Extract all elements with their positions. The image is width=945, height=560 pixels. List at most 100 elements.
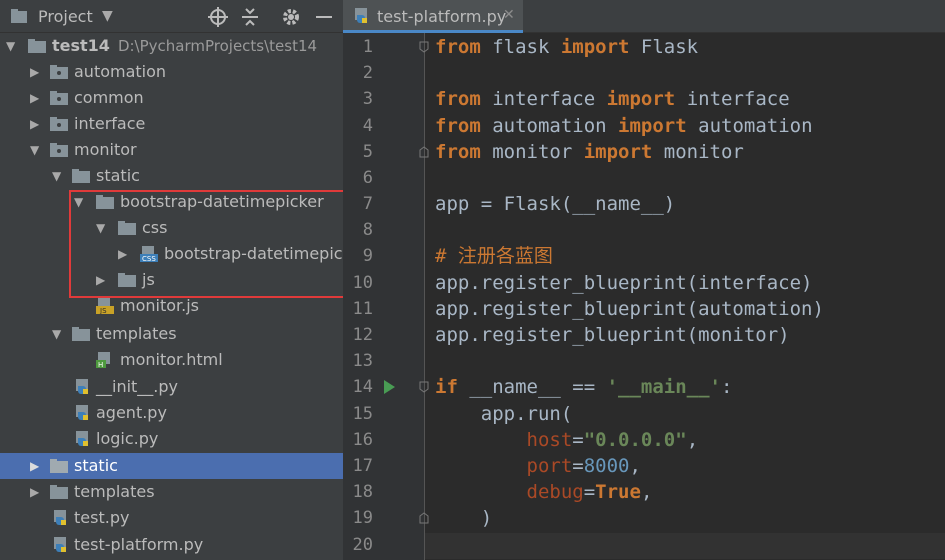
tab-test-platform-py[interactable]: test-platform.py ✕ [343,0,523,33]
expanded-arrow-icon[interactable]: ▼ [6,33,20,59]
tree-item-test14[interactable]: ▼ test14 D:\PycharmProjects\test14 [0,33,343,59]
code-line-1: from flask import Flask [435,36,699,58]
main-string: '__main__' [606,376,721,398]
js-file-icon: JS [96,298,114,314]
line-number: 1 [362,37,373,57]
code-line-7: app = Flask(__name__) [435,193,676,215]
tree-item-label: logic.py [96,429,159,448]
python-file-icon [76,379,88,394]
line-number: 13 [352,351,373,371]
folder-icon [72,169,90,183]
line-number: 4 [362,116,373,136]
code-line-16: host="0.0.0.0", [526,429,699,451]
code-line-3: from interface import interface [435,88,790,110]
gear-icon[interactable] [280,6,302,28]
run-icon[interactable] [382,379,396,395]
tree-item-templates[interactable]: ▼ templates [0,321,343,347]
expanded-arrow-icon[interactable]: ▼ [30,137,44,163]
html-file-icon: H [96,352,110,368]
tree-item-label: interface [74,114,146,133]
tree-item-test-platform-py[interactable]: test-platform.py [0,532,343,558]
line-number: 9 [362,246,373,266]
tree-item-label: agent.py [96,403,167,422]
code-line-12: app.register_blueprint(monitor) [435,324,790,346]
tree-item-static-root[interactable]: ▶ static [0,453,343,479]
line-number: 19 [352,508,373,528]
folder-icon [50,117,68,131]
tree-item-init-py[interactable]: __init__.py [0,374,343,400]
tree-item-interface[interactable]: ▶ interface [0,111,343,137]
code-line-19: ) [435,507,493,529]
code-line-9: # 注册各蓝图 [435,243,553,269]
tab-label: test-platform.py [377,7,507,26]
collapsed-arrow-icon[interactable]: ▶ [30,479,44,505]
tree-item-label: test.py [74,508,130,527]
folder-icon [50,65,68,79]
tree-item-label: templates [96,324,177,343]
line-number: 5 [362,142,373,162]
python-file-icon [355,8,367,23]
expanded-arrow-icon[interactable]: ▼ [52,163,66,189]
python-file-icon [76,405,88,420]
tree-item-label: templates [74,482,155,501]
code-comment: # 注册各蓝图 [435,245,553,267]
tree-item-monitor[interactable]: ▼ monitor [0,137,343,163]
line-number: 14 [352,377,373,397]
close-icon[interactable]: ✕ [503,7,515,23]
expanded-arrow-icon[interactable]: ▼ [52,321,66,347]
code-line-5: from monitor import monitor [435,141,744,163]
code-line-18: debug=True, [526,481,653,503]
tree-item-label: static [96,166,140,185]
tree-item-static[interactable]: ▼ static [0,163,343,189]
code-line-10: app.register_blueprint(interface) [435,272,813,294]
collapsed-arrow-icon[interactable]: ▶ [30,85,44,111]
line-number: 7 [362,194,373,214]
tree-item-test-py[interactable]: test.py [0,505,343,531]
tree-item-label: monitor.html [120,350,223,369]
minimize-icon[interactable] [313,6,335,28]
annotation-highlight-box [69,190,365,298]
folder-icon [50,143,68,157]
tree-item-label: test-platform.py [74,535,204,554]
tree-item-agent-py[interactable]: agent.py [0,400,343,426]
tree-item-label: automation [74,62,167,81]
project-path: D:\PycharmProjects\test14 [117,37,318,55]
svg-text:JS: JS [99,307,107,314]
line-number: 20 [352,535,373,555]
line-number: 10 [352,273,373,293]
tree-item-label: static [74,456,118,475]
collapsed-arrow-icon[interactable]: ▶ [30,453,44,479]
collapsed-arrow-icon[interactable]: ▶ [30,59,44,85]
folder-icon [28,39,46,53]
tree-item-label: monitor [74,140,137,159]
locate-target-icon[interactable] [207,6,229,28]
python-file-icon [54,510,66,525]
chevron-down-icon[interactable]: ▼ [102,8,113,24]
tree-item-label: common [74,88,144,107]
folder-icon [50,485,68,499]
editor-tab-bar: test-platform.py ✕ [343,0,945,33]
code-editor[interactable]: from flask import Flask from interface i… [425,33,945,560]
line-number: 16 [352,430,373,450]
project-title: Project [38,7,93,26]
code-line-14: if __name__ == '__main__': [435,376,733,398]
project-panel-header: Project ▼ [0,0,343,33]
line-number: 8 [362,220,373,240]
folder-icon [50,459,68,473]
tree-item-automation[interactable]: ▶ automation [0,59,343,85]
tree-item-common[interactable]: ▶ common [0,85,343,111]
python-file-icon [54,537,66,552]
line-number-gutter: 1 2 3 4 5 6 7 8 9 10 11 12 13 14 15 16 1… [343,33,429,560]
line-number: 18 [352,482,373,502]
tree-item-logic-py[interactable]: logic.py [0,426,343,452]
line-number: 17 [352,456,373,476]
tree-item-templates-root[interactable]: ▶ templates [0,479,343,505]
host-string: "0.0.0.0" [583,429,687,451]
tree-item-monitor-html[interactable]: H monitor.html [0,347,343,373]
collapsed-arrow-icon[interactable]: ▶ [30,111,44,137]
project-folder-icon [11,9,27,23]
line-number: 2 [362,63,373,83]
code-line-11: app.register_blueprint(automation) [435,298,824,320]
code-line-17: port=8000, [526,455,641,477]
collapse-all-icon[interactable] [239,6,261,28]
